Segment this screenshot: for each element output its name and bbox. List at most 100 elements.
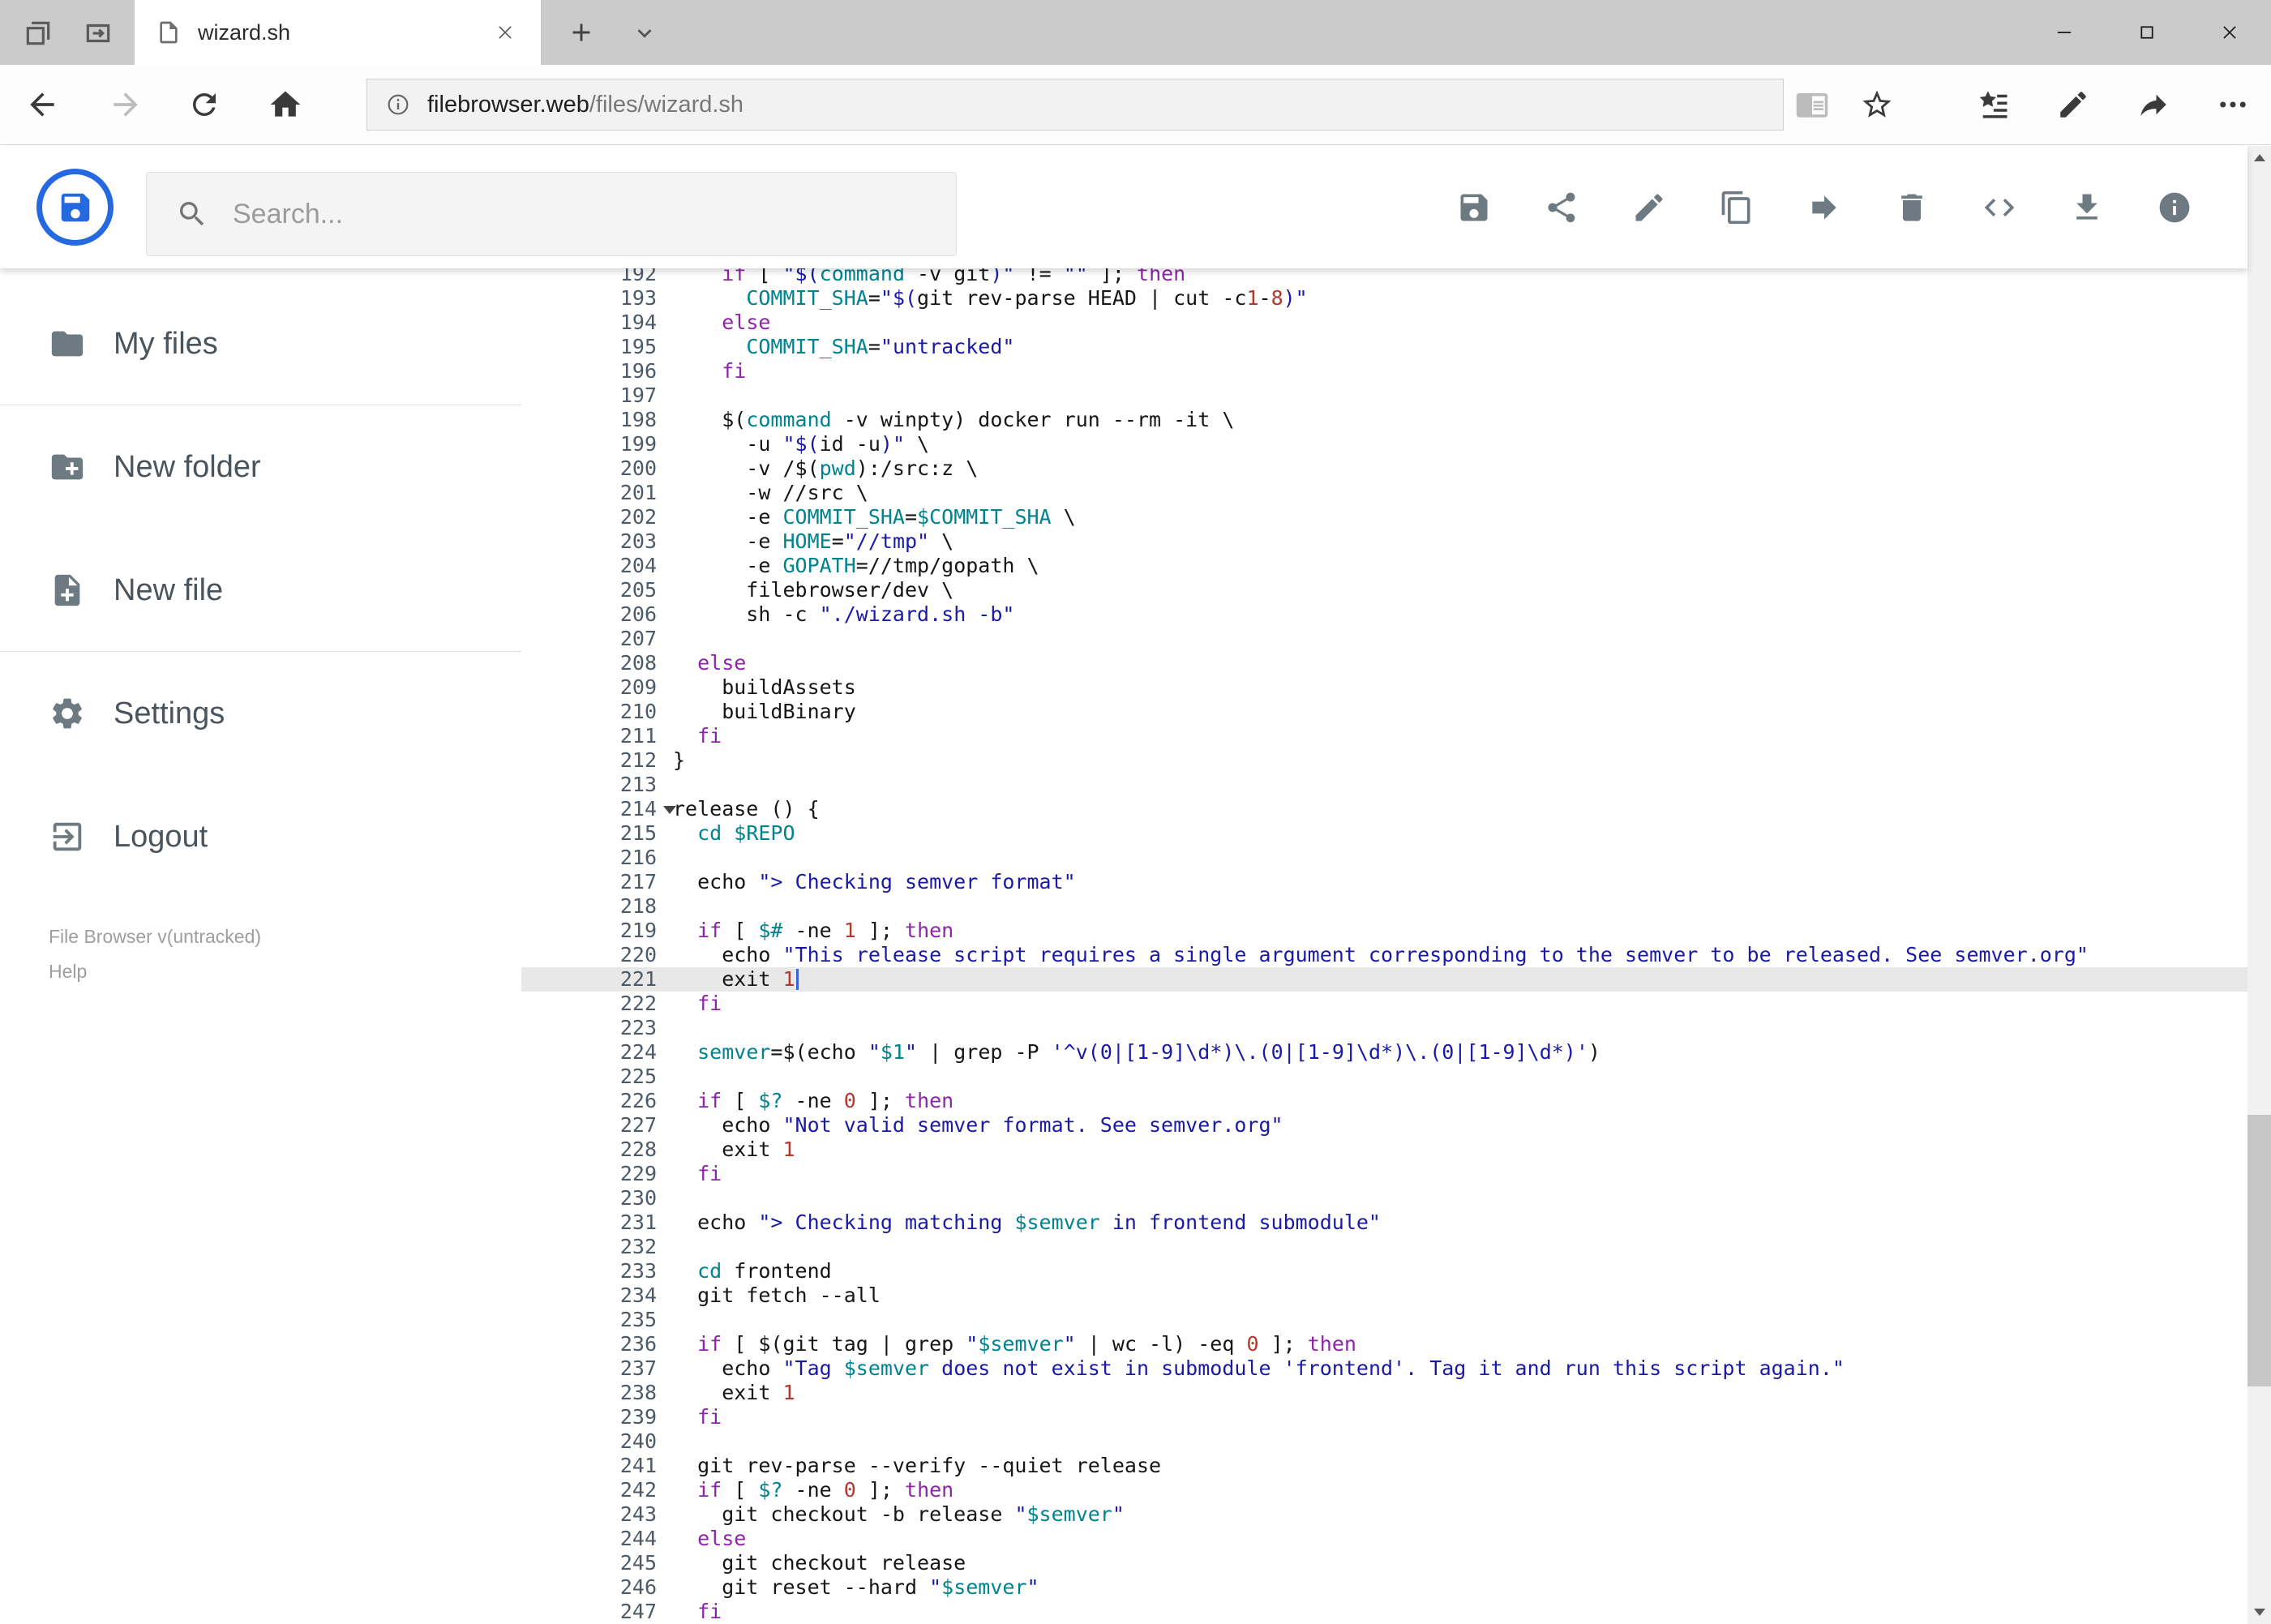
code-line[interactable]: 214 release () { <box>521 797 2247 821</box>
sidebar-item-new-file[interactable]: New file <box>0 545 521 636</box>
scrollbar[interactable] <box>2247 146 2271 1624</box>
code-line-text[interactable]: fi <box>673 992 2247 1016</box>
code-line[interactable]: 222 fi <box>521 992 2247 1016</box>
filebrowser-logo[interactable] <box>36 169 114 246</box>
code-line-text[interactable]: else <box>673 1527 2247 1551</box>
code-line[interactable]: 228 exit 1 <box>521 1138 2247 1162</box>
code-line[interactable]: 231 echo "> Checking matching $semver in… <box>521 1211 2247 1235</box>
code-line-text[interactable]: git fetch --all <box>673 1283 2247 1308</box>
code-line[interactable]: 230 <box>521 1186 2247 1211</box>
code-line[interactable]: 238 exit 1 <box>521 1381 2247 1405</box>
code-line-text[interactable]: -e HOME="//tmp" \ <box>673 529 2247 554</box>
line-number[interactable]: 221 <box>521 967 673 992</box>
code-line[interactable]: 194 else <box>521 311 2247 335</box>
code-line-text[interactable]: fi <box>673 724 2247 748</box>
line-number[interactable]: 217 <box>521 870 673 894</box>
code-line-text[interactable]: -v /$(pwd):/src:z \ <box>673 456 2247 481</box>
refresh-button[interactable] <box>178 79 230 131</box>
line-number[interactable]: 199 <box>521 432 673 456</box>
code-line-text[interactable]: if [ $(git tag | grep "$semver" | wc -l)… <box>673 1332 2247 1356</box>
code-line[interactable]: 241 git rev-parse --verify --quiet relea… <box>521 1454 2247 1478</box>
line-number[interactable]: 206 <box>521 602 673 627</box>
code-line[interactable]: 208 else <box>521 651 2247 675</box>
set-tabs-aside-button[interactable] <box>79 15 117 52</box>
maximize-button[interactable] <box>2106 0 2188 65</box>
code-line[interactable]: 195 COMMIT_SHA="untracked" <box>521 335 2247 359</box>
line-number[interactable]: 237 <box>521 1356 673 1381</box>
code-line-text[interactable]: -w //src \ <box>673 481 2247 505</box>
browser-tab[interactable]: wizard.sh <box>135 0 541 65</box>
code-line[interactable]: 200 -v /$(pwd):/src:z \ <box>521 456 2247 481</box>
code-line-text[interactable]: echo "> Checking semver format" <box>673 870 2247 894</box>
code-line[interactable]: 234 git fetch --all <box>521 1283 2247 1308</box>
help-link[interactable]: Help <box>49 961 87 983</box>
code-line-text[interactable]: git checkout release <box>673 1551 2247 1575</box>
code-line-text[interactable]: git checkout -b release "$semver" <box>673 1502 2247 1527</box>
code-line-text[interactable]: COMMIT_SHA="untracked" <box>673 335 2247 359</box>
line-number[interactable]: 245 <box>521 1551 673 1575</box>
code-line[interactable]: 198 $(command -v winpty) docker run --rm… <box>521 408 2247 432</box>
more-button[interactable] <box>2207 79 2259 131</box>
line-number[interactable]: 223 <box>521 1016 673 1040</box>
code-line-text[interactable]: if [ $# -ne 1 ]; then <box>673 919 2247 943</box>
code-line-text[interactable]: fi <box>673 359 2247 384</box>
code-line[interactable]: 224 semver=$(echo "$1" | grep -P '^v(0|[… <box>521 1040 2247 1065</box>
code-line[interactable]: 227 echo "Not valid semver format. See s… <box>521 1113 2247 1138</box>
code-line[interactable]: 204 -e GOPATH=//tmp/gopath \ <box>521 554 2247 578</box>
code-line[interactable]: 220 echo "This release script requires a… <box>521 943 2247 967</box>
scroll-up-button[interactable] <box>2247 146 2271 169</box>
code-line[interactable]: 219 if [ $# -ne 1 ]; then <box>521 919 2247 943</box>
line-number[interactable]: 201 <box>521 481 673 505</box>
line-number[interactable]: 226 <box>521 1089 673 1113</box>
code-line[interactable]: 223 <box>521 1016 2247 1040</box>
code-line[interactable]: 218 <box>521 894 2247 919</box>
tab-close-button[interactable] <box>491 18 520 47</box>
share-button[interactable] <box>2127 79 2179 131</box>
code-line[interactable]: 210 buildBinary <box>521 700 2247 724</box>
line-number[interactable]: 195 <box>521 335 673 359</box>
line-number[interactable]: 214 <box>521 797 676 821</box>
code-line-text[interactable]: buildBinary <box>673 700 2247 724</box>
line-number[interactable]: 211 <box>521 724 673 748</box>
close-button[interactable] <box>2188 0 2271 65</box>
line-number[interactable]: 243 <box>521 1502 673 1527</box>
line-number[interactable]: 242 <box>521 1478 673 1502</box>
code-line-text[interactable]: release () { <box>673 797 2247 821</box>
code-line-text[interactable]: exit 1 <box>673 1381 2247 1405</box>
code-line-text[interactable]: if [ $? -ne 0 ]; then <box>673 1089 2247 1113</box>
code-line[interactable]: 232 <box>521 1235 2247 1259</box>
code-line[interactable]: 242 if [ $? -ne 0 ]; then <box>521 1478 2247 1502</box>
line-number[interactable]: 219 <box>521 919 673 943</box>
share-button[interactable] <box>1544 190 1579 225</box>
code-line[interactable]: 213 <box>521 773 2247 797</box>
code-line-text[interactable] <box>673 627 2247 651</box>
code-line-text[interactable]: -e COMMIT_SHA=$COMMIT_SHA \ <box>673 505 2247 529</box>
sidebar-item-logout[interactable]: Logout <box>0 791 521 882</box>
code-line-text[interactable]: echo "Not valid semver format. See semve… <box>673 1113 2247 1138</box>
line-number[interactable]: 220 <box>521 943 673 967</box>
code-line-text[interactable]: fi <box>673 1162 2247 1186</box>
line-number[interactable]: 228 <box>521 1138 673 1162</box>
code-line[interactable]: 226 if [ $? -ne 0 ]; then <box>521 1089 2247 1113</box>
scroll-thumb[interactable] <box>2247 1115 2271 1386</box>
copy-button[interactable] <box>1719 190 1755 225</box>
minimize-button[interactable] <box>2023 0 2106 65</box>
sidebar-item-new-folder[interactable]: New folder <box>0 422 521 512</box>
add-favorite-button[interactable] <box>1851 79 1903 131</box>
code-line[interactable]: 233 cd frontend <box>521 1259 2247 1283</box>
code-line[interactable]: 205 filebrowser/dev \ <box>521 578 2247 602</box>
line-number[interactable]: 209 <box>521 675 673 700</box>
line-number[interactable]: 222 <box>521 992 673 1016</box>
line-number[interactable]: 244 <box>521 1527 673 1551</box>
line-number[interactable]: 203 <box>521 529 673 554</box>
line-number[interactable]: 227 <box>521 1113 673 1138</box>
code-line-text[interactable] <box>673 1016 2247 1040</box>
code-line[interactable]: 212} <box>521 748 2247 773</box>
line-number[interactable]: 194 <box>521 311 673 335</box>
home-button[interactable] <box>259 79 311 131</box>
line-number[interactable]: 216 <box>521 846 673 870</box>
code-line-text[interactable]: cd frontend <box>673 1259 2247 1283</box>
code-line[interactable]: 240 <box>521 1429 2247 1454</box>
code-line[interactable]: 209 buildAssets <box>521 675 2247 700</box>
move-button[interactable] <box>1806 190 1842 225</box>
